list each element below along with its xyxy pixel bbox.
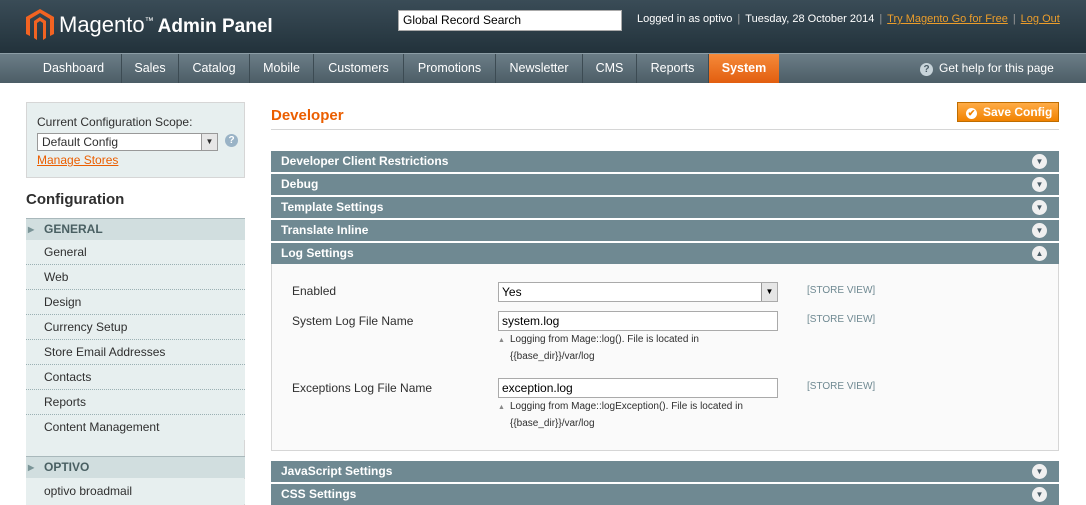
fieldset-debug[interactable]: Debug ▼ [271,174,1059,195]
nav-promotions[interactable]: Promotions [404,54,496,83]
fieldset-developer-client-restrictions[interactable]: Developer Client Restrictions ▼ [271,151,1059,172]
triangle-right-icon: ▶ [28,463,35,472]
scope-tag: [STORE VIEW] [807,285,876,296]
title-divider [271,129,1059,130]
config-scope-box: Current Configuration Scope: Default Con… [26,102,245,178]
nav-newsletter[interactable]: Newsletter [496,54,583,83]
log-settings-body: Enabled Yes ▼ [STORE VIEW] System Log Fil… [271,264,1059,451]
sidebar-section-general[interactable]: ▶ GENERAL [26,218,245,240]
magento-logo-icon [26,9,54,40]
expand-icon: ▼ [1032,154,1047,169]
date-text: Tuesday, 28 October 2014 [745,13,875,25]
nav-mobile[interactable]: Mobile [250,54,314,83]
expand-icon: ▼ [1032,487,1047,502]
fieldset-javascript-settings[interactable]: JavaScript Settings ▼ [271,461,1059,482]
sidebar-item-reports[interactable]: Reports [26,390,245,415]
system-log-note: ▲ Logging from Mage::log(). File is locat… [498,334,699,362]
expand-icon: ▼ [1032,177,1047,192]
logout-link[interactable]: Log Out [1021,13,1060,25]
expand-icon: ▼ [1032,223,1047,238]
save-config-button[interactable]: ✔ Save Config [957,102,1059,122]
fieldset-css-settings[interactable]: CSS Settings ▼ [271,484,1059,505]
scope-tag: [STORE VIEW] [807,381,876,392]
sidebar-item-general[interactable]: General [26,240,245,265]
header-links: Logged in as optivo | Tuesday, 28 October … [637,13,1060,25]
collapse-icon: ▲ [1032,246,1047,261]
scope-select[interactable]: Default Config ▼ [37,133,218,151]
sidebar-item-content-management[interactable]: Content Management [26,415,245,440]
nav-customers[interactable]: Customers [314,54,404,83]
global-search-input[interactable]: Global Record Search [398,10,622,31]
try-magento-link[interactable]: Try Magento Go for Free [887,13,1008,25]
check-icon: ✔ [966,108,977,119]
nav-cms[interactable]: CMS [583,54,637,83]
chevron-down-icon: ▼ [201,134,217,150]
sidebar-item-web[interactable]: Web [26,265,245,290]
scope-label: Current Configuration Scope: [37,115,193,129]
configuration-title: Configuration [26,178,245,218]
sidebar-item-design[interactable]: Design [26,290,245,315]
admin-header: Magento™ Admin Panel Global Record Search… [0,0,1086,53]
sidebar-item-currency-setup[interactable]: Currency Setup [26,315,245,340]
manage-stores-link[interactable]: Manage Stores [37,153,118,167]
fieldset-template-settings[interactable]: Template Settings ▼ [271,197,1059,218]
sidebar-item-contacts[interactable]: Contacts [26,365,245,390]
help-icon[interactable]: ? [225,134,238,147]
system-log-input[interactable]: system.log [498,311,778,331]
exception-log-input[interactable]: exception.log [498,378,778,398]
fieldset-log-settings[interactable]: Log Settings ▲ [271,243,1059,264]
sidebar-section-optivo[interactable]: ▶ OPTIVO [26,456,245,478]
triangle-up-icon: ▲ [498,337,505,344]
fieldset-translate-inline[interactable]: Translate Inline ▼ [271,220,1059,241]
expand-icon: ▼ [1032,200,1047,215]
logo-text: Magento™ Admin Panel [59,12,273,37]
system-log-label: System Log File Name [292,314,414,328]
nav-catalog[interactable]: Catalog [179,54,250,83]
nav-sales[interactable]: Sales [122,54,179,83]
main-nav: Dashboard Sales Catalog Mobile Customers… [0,53,1086,83]
sidebar-item-store-email[interactable]: Store Email Addresses [26,340,245,365]
scope-tag: [STORE VIEW] [807,314,876,325]
nav-dashboard[interactable]: Dashboard [26,54,122,83]
chevron-down-icon: ▼ [761,283,777,301]
logged-in-text: Logged in as optivo [637,13,733,25]
triangle-right-icon: ▶ [28,225,35,234]
help-icon: ? [920,63,933,76]
sidebar-item-optivo-broadmail[interactable]: optivo broadmail [26,479,245,504]
nav-system[interactable]: System [709,54,779,83]
help-link[interactable]: ? Get help for this page [920,54,1054,83]
enabled-label: Enabled [292,284,337,298]
exception-log-note: ▲ Logging from Mage::logException(). File… [498,401,743,429]
triangle-up-icon: ▲ [498,404,505,411]
enabled-select[interactable]: Yes ▼ [498,282,778,302]
page-title: Developer [271,107,344,124]
exception-log-label: Exceptions Log File Name [292,381,433,395]
expand-icon: ▼ [1032,464,1047,479]
nav-reports[interactable]: Reports [637,54,709,83]
